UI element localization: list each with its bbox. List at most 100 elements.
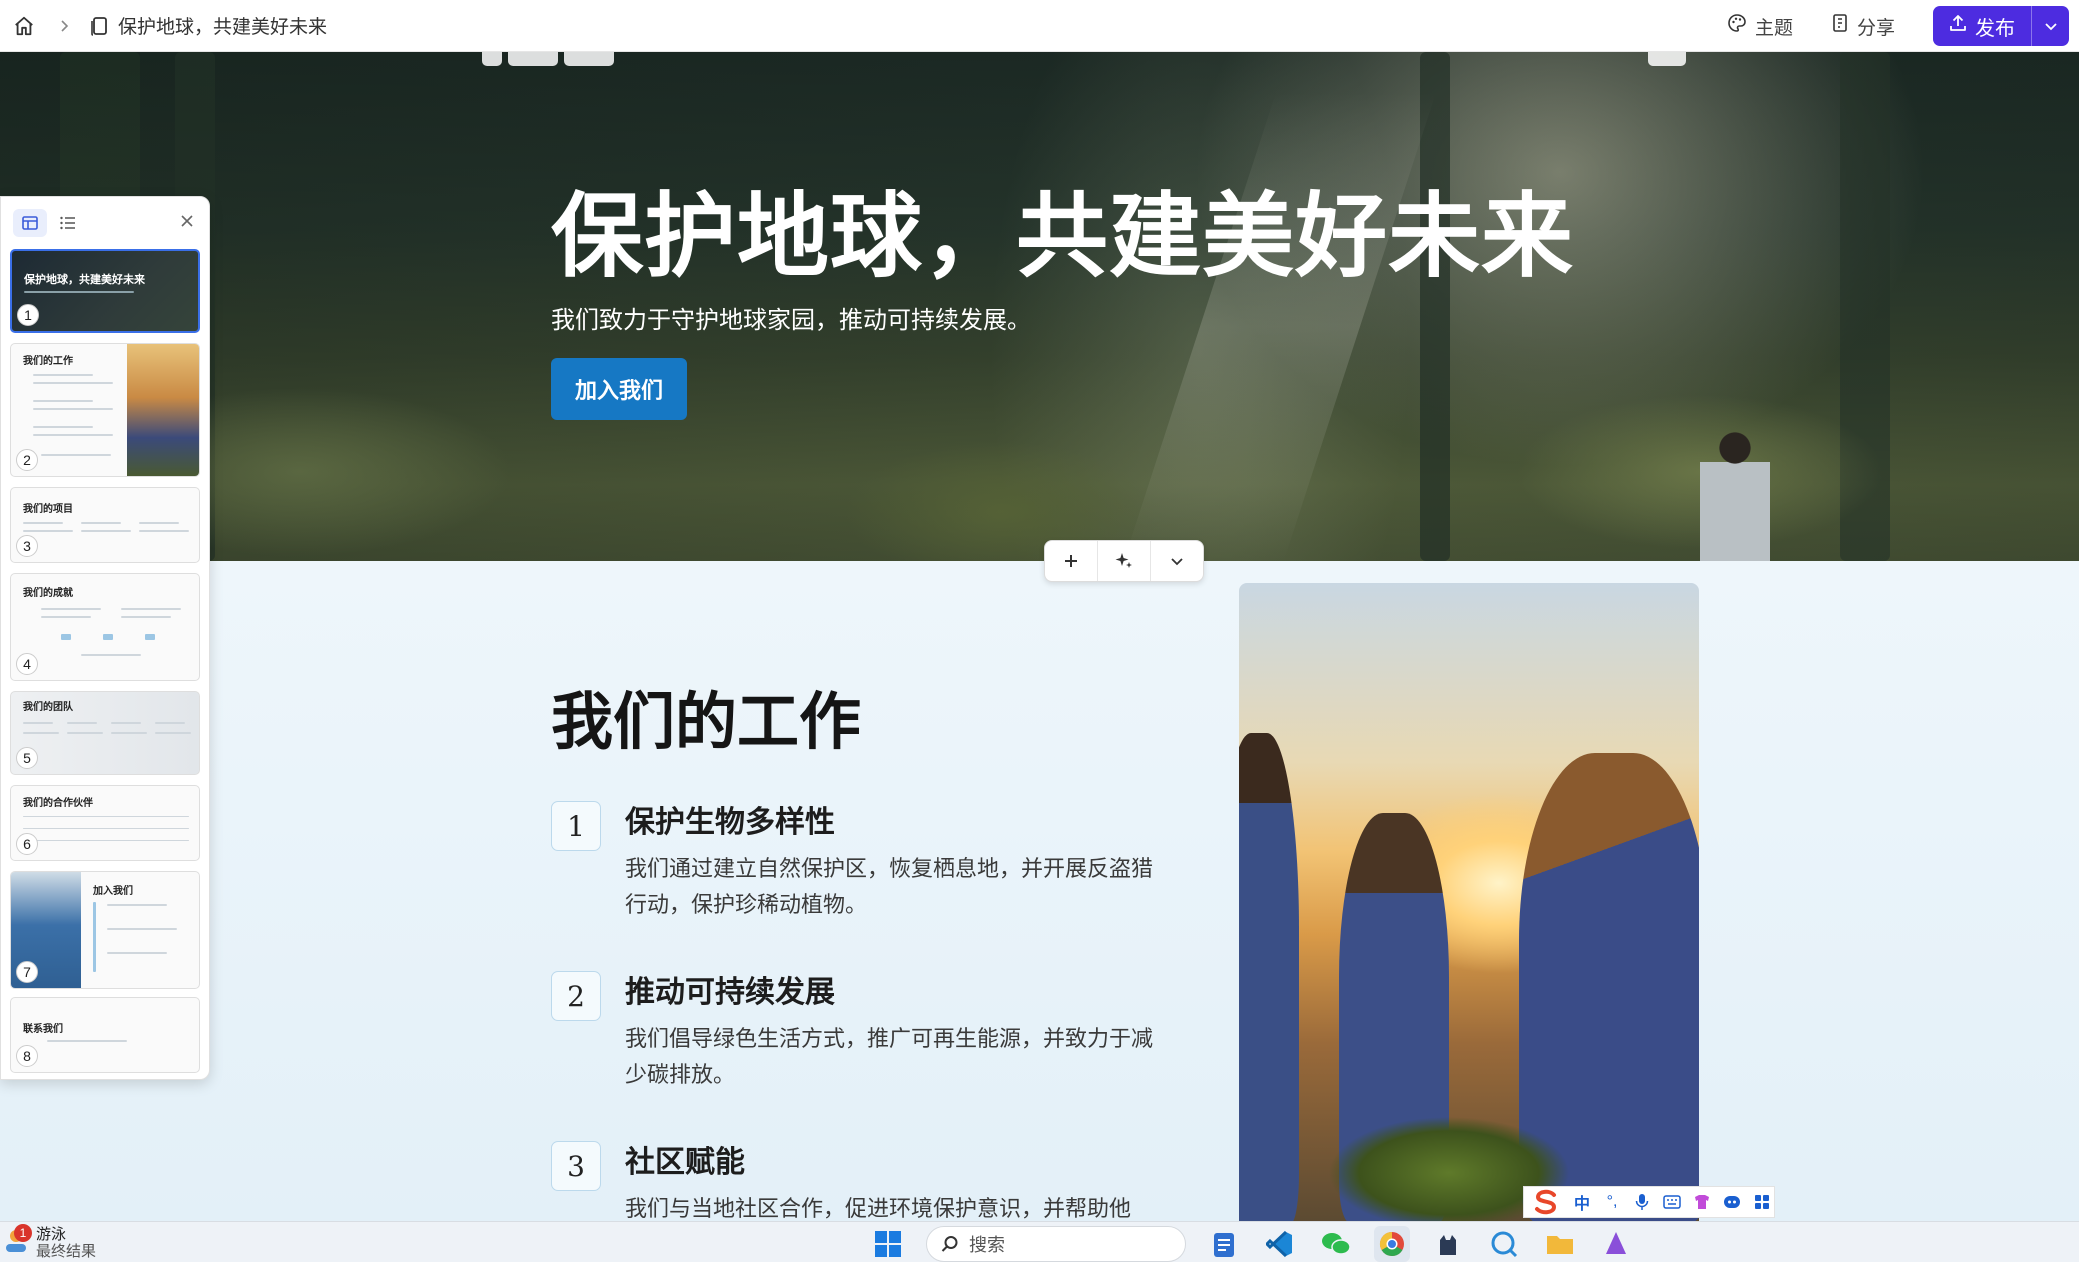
- close-icon: [181, 215, 193, 227]
- slide-number: 5: [16, 747, 38, 769]
- text-line: [121, 608, 181, 610]
- slide-thumbnail[interactable]: 联系我们 8: [10, 997, 200, 1073]
- text-line: [23, 530, 73, 532]
- slide-thumbnail[interactable]: 我们的项目 3: [10, 487, 200, 563]
- chart-mark: [61, 634, 71, 640]
- chevron-down-icon: [1171, 558, 1183, 566]
- work-item-body[interactable]: 我们通过建立自然保护区，恢复栖息地，并开展反盗猎行动，保护珍稀动植物。: [625, 851, 1165, 923]
- punctuation-icon[interactable]: °,: [1600, 1190, 1624, 1214]
- text-line: [24, 291, 134, 293]
- text-line: [41, 608, 101, 610]
- theme-button[interactable]: 主题: [1727, 13, 1793, 40]
- home-icon[interactable]: [10, 12, 38, 40]
- slide-thumb-title: 加入我们: [93, 886, 133, 897]
- ai-generate-button[interactable]: [1097, 541, 1150, 581]
- notepad-icon[interactable]: [1206, 1226, 1242, 1262]
- publish-main[interactable]: 发布: [1933, 6, 2031, 46]
- slide-number: 4: [16, 653, 38, 675]
- list-view-button[interactable]: [51, 209, 85, 237]
- assistant-icon[interactable]: [1720, 1190, 1744, 1214]
- vscode-icon[interactable]: [1262, 1226, 1298, 1262]
- keyboard-icon[interactable]: [1660, 1190, 1684, 1214]
- table-line: [23, 840, 189, 841]
- slide-thumbnail[interactable]: 加入我们 7: [10, 871, 200, 989]
- toolbox-icon[interactable]: [1750, 1190, 1774, 1214]
- more-options-button[interactable]: [1150, 541, 1203, 581]
- weather-title: 游泳: [36, 1226, 67, 1243]
- text-line: [33, 434, 113, 436]
- volunteer-figure: [1239, 733, 1299, 1223]
- windows-start-icon[interactable]: [870, 1226, 906, 1262]
- ime-toolbar: 中 °,: [1523, 1186, 1775, 1218]
- text-line: [139, 522, 179, 524]
- join-us-button[interactable]: 加入我们: [551, 358, 687, 420]
- toolbar-chip[interactable]: [1648, 52, 1686, 66]
- sparkle-icon: [1115, 553, 1132, 568]
- ime-mode-toggle[interactable]: 中: [1570, 1190, 1594, 1214]
- publish-button[interactable]: 发布: [1933, 6, 2069, 46]
- skin-icon[interactable]: [1690, 1190, 1714, 1214]
- table-line: [23, 816, 189, 817]
- slide-number: 6: [16, 833, 38, 855]
- work-title[interactable]: 我们的工作: [551, 671, 861, 761]
- text-line: [23, 732, 59, 734]
- add-block-button[interactable]: [1045, 541, 1097, 581]
- close-panel-button[interactable]: [177, 211, 197, 231]
- wechat-icon[interactable]: [1318, 1226, 1354, 1262]
- hero-title[interactable]: 保护地球，共建美好未来: [551, 162, 1574, 295]
- taskbar-search[interactable]: 搜索: [926, 1226, 1186, 1262]
- weather-subtitle: 最终结果: [36, 1243, 97, 1260]
- slide-panel-header: [1, 197, 211, 249]
- toolbar-chip[interactable]: [508, 52, 558, 66]
- work-item-title[interactable]: 社区赋能: [625, 1137, 745, 1181]
- hero-subtitle[interactable]: 我们致力于守护地球家园，推动可持续发展。: [551, 300, 1031, 335]
- slide-thumbnail[interactable]: 我们的团队 5: [10, 691, 200, 775]
- hero-notes-toolbar: [1648, 52, 1686, 66]
- windows-taskbar: 1 游泳 最终结果 搜索: [0, 1221, 2079, 1262]
- slide-thumbnail[interactable]: 保护地球，共建美好未来 1: [10, 249, 200, 333]
- chat-app-icon[interactable]: [1486, 1226, 1522, 1262]
- list-view-icon: [60, 216, 75, 230]
- publish-menu-button[interactable]: [2031, 6, 2069, 46]
- sogou-logo-icon[interactable]: [1530, 1189, 1564, 1215]
- table-line: [23, 828, 189, 829]
- document-title[interactable]: 保护地球，共建美好未来: [118, 12, 327, 39]
- text-line: [111, 722, 141, 724]
- slide-thumb-title: 我们的项目: [23, 504, 73, 515]
- slide-number: 1: [17, 304, 39, 326]
- share-button[interactable]: 分享: [1831, 13, 1895, 40]
- chevron-right-icon: [56, 18, 72, 34]
- work-item-title[interactable]: 推动可持续发展: [625, 967, 835, 1011]
- slide-thumbnail[interactable]: 我们的工作 2: [10, 343, 200, 477]
- text-line: [33, 400, 93, 402]
- grid-view-button[interactable]: [13, 209, 47, 237]
- text-line: [33, 374, 93, 376]
- weather-widget[interactable]: 1 游泳 最终结果: [4, 1224, 97, 1260]
- work-item-number: 3: [551, 1141, 601, 1191]
- palette-icon: [1727, 13, 1747, 39]
- text-line: [33, 382, 113, 384]
- text-line: [41, 616, 91, 618]
- microphone-icon[interactable]: [1630, 1190, 1654, 1214]
- volunteers-photo[interactable]: [1239, 583, 1699, 1223]
- work-item-title[interactable]: 保护生物多样性: [625, 797, 835, 841]
- text-line: [81, 654, 141, 656]
- top-bar: 保护地球，共建美好未来 主题 分享 发布: [0, 0, 2079, 52]
- text-line: [33, 426, 93, 428]
- timeline-line: [93, 902, 96, 972]
- slide-number: 8: [16, 1045, 38, 1067]
- chrome-icon[interactable]: [1374, 1226, 1410, 1262]
- slide-thumb-title: 我们的成就: [23, 588, 73, 599]
- publish-label: 发布: [1975, 17, 2015, 40]
- toolbar-chip[interactable]: [482, 52, 502, 66]
- slide-thumbnail[interactable]: 我们的成就 4: [10, 573, 200, 681]
- folder-icon[interactable]: [1542, 1226, 1578, 1262]
- toolbar-chip[interactable]: [564, 52, 614, 66]
- slide-thumb-title: 保护地球，共建美好未来: [24, 274, 145, 286]
- cat-app-icon[interactable]: [1430, 1226, 1466, 1262]
- slide-thumbnail[interactable]: 我们的合作伙伴 6: [10, 785, 200, 861]
- work-item-body[interactable]: 我们倡导绿色生活方式，推广可再生能源，并致力于减少碳排放。: [625, 1021, 1165, 1093]
- weather-icon: 1: [4, 1224, 32, 1256]
- text-line: [81, 522, 121, 524]
- purple-app-icon[interactable]: [1598, 1226, 1634, 1262]
